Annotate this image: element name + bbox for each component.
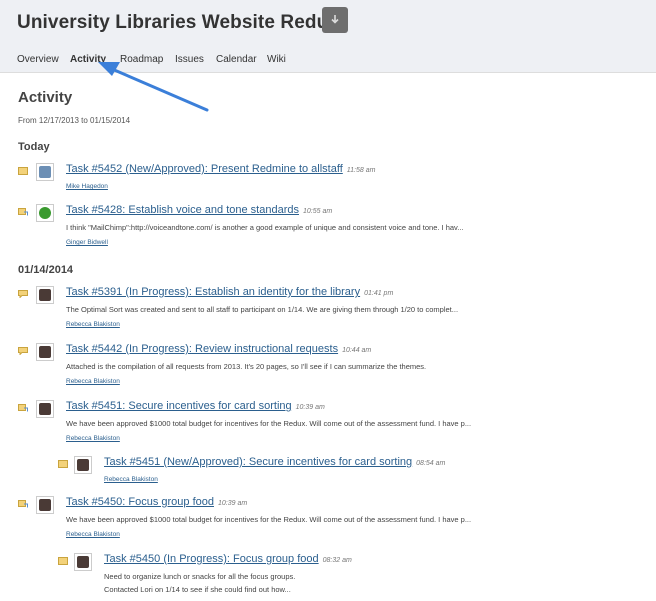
author-link[interactable]: Ginger Bidwell (66, 239, 108, 246)
day-heading-today: Today (18, 141, 50, 153)
activity-time: 10:39 am (295, 404, 325, 411)
activity-description-continued: Contacted Lori on 1/14 to see if she cou… (104, 585, 291, 594)
issue-icon (18, 167, 28, 175)
activity-link[interactable]: Task #5442 (In Progress): Review instruc… (66, 343, 371, 355)
activity-link[interactable]: Task #5428: Establish voice and tone sta… (66, 204, 332, 216)
activity-description: We have been approved $1000 total budget… (66, 515, 472, 524)
tab-calendar[interactable]: Calendar (216, 54, 257, 65)
activity-link[interactable]: Task #5451: Secure incentives for card s… (66, 400, 325, 412)
activity-description: I think "MailChimp":http://voiceandtone.… (66, 223, 464, 232)
avatar (74, 456, 92, 474)
comment-icon (18, 290, 28, 298)
tab-activity[interactable]: Activity (70, 54, 106, 65)
avatar (36, 343, 54, 361)
activity-description: Need to organize lunch or snacks for all… (104, 572, 296, 581)
activity-panel: Activity From 12/17/2013 to 01/15/2014 T… (0, 72, 656, 601)
activity-time: 01:41 pm (364, 290, 394, 297)
activity-link[interactable]: Task #5451 (New/Approved): Secure incent… (104, 456, 445, 468)
tab-overview[interactable]: Overview (17, 54, 59, 65)
project-title: University Libraries Website Redux (17, 12, 339, 33)
activity-heading: Activity (18, 89, 73, 106)
author-link[interactable]: Rebecca Blakiston (104, 476, 158, 483)
avatar (36, 400, 54, 418)
activity-time: 10:39 am (217, 500, 248, 507)
tab-roadmap[interactable]: Roadmap (120, 54, 163, 65)
activity-description: The Optimal Sort was created and sent to… (66, 305, 459, 314)
issue-icon (58, 460, 68, 468)
issue-note-icon (18, 404, 28, 412)
avatar (36, 286, 54, 304)
avatar (36, 496, 54, 514)
day-heading-date: 01/14/2014 (18, 264, 74, 276)
activity-time: 10:55 am (302, 208, 333, 215)
download-icon (331, 15, 339, 24)
date-range: From 12/17/2013 to 01/15/2014 (18, 116, 131, 125)
author-link[interactable]: Rebecca Blakiston (66, 531, 120, 538)
author-link[interactable]: Rebecca Blakiston (66, 435, 120, 442)
issue-note-icon (18, 208, 28, 216)
activity-time: 10:44 am (342, 347, 372, 354)
activity-description: We have been approved $1000 total budget… (66, 419, 472, 428)
activity-link[interactable]: Task #5452 (New/Approved): Present Redmi… (66, 163, 375, 175)
activity-link[interactable]: Task #5450: Focus group food 10:39 am (66, 496, 247, 508)
author-link[interactable]: Mike Hagedon (66, 183, 108, 190)
activity-time: 11:58 am (346, 167, 376, 174)
author-link[interactable]: Rebecca Blakiston (66, 378, 120, 385)
download-button[interactable] (322, 7, 348, 33)
issue-icon (58, 557, 68, 565)
avatar (36, 204, 54, 222)
issue-note-icon (18, 500, 28, 508)
activity-link[interactable]: Task #5391 (In Progress): Establish an i… (66, 286, 393, 298)
project-header: University Libraries Website Redux Overv… (0, 0, 656, 74)
author-link[interactable]: Rebecca Blakiston (66, 321, 120, 328)
comment-icon (18, 347, 28, 355)
avatar (74, 553, 92, 571)
activity-time: 08:32 am (322, 557, 352, 564)
activity-link[interactable]: Task #5450 (In Progress): Focus group fo… (104, 553, 352, 565)
tab-wiki[interactable]: Wiki (267, 54, 286, 65)
tab-issues[interactable]: Issues (175, 54, 204, 65)
avatar (36, 163, 54, 181)
activity-description: Attached is the compilation of all reque… (66, 362, 427, 371)
activity-time: 08:54 am (416, 460, 446, 467)
